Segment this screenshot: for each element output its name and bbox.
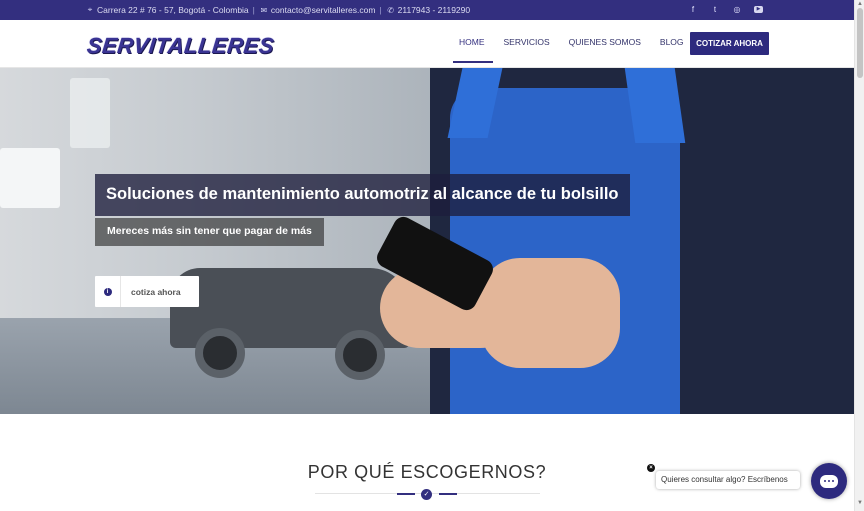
cotiza-ahora-label: cotiza ahora	[131, 286, 181, 297]
hero-banner: Soluciones de mantenimiento automotriz a…	[0, 68, 854, 414]
twitter-icon[interactable]: t	[710, 5, 720, 15]
nav-item-home[interactable]: HOME	[453, 20, 492, 68]
mechanic-hand	[480, 258, 620, 368]
instagram-icon[interactable]: ◎	[732, 5, 742, 15]
garage-window	[0, 148, 60, 208]
phone-icon: ✆	[387, 5, 394, 15]
address-text: Carrera 22 # 76 - 57, Bogotá - Colombia	[97, 5, 249, 15]
divider-accent	[439, 493, 457, 495]
chat-icon	[820, 474, 838, 488]
cotiza-ahora-button[interactable]: i cotiza ahora	[95, 276, 199, 307]
nav-item-servicios[interactable]: SERVICIOS	[504, 20, 550, 68]
car-wheel	[335, 330, 385, 380]
contact-info: ⌖ Carrera 22 # 76 - 57, Bogotá - Colombi…	[85, 5, 470, 15]
main-navbar: SERVITALLERES HOME SERVICIOS QUIENES SOM…	[0, 20, 854, 68]
top-info-bar: ⌖ Carrera 22 # 76 - 57, Bogotá - Colombi…	[0, 0, 854, 20]
social-links: f t ◎ ▶	[688, 5, 763, 15]
chat-button[interactable]	[811, 463, 847, 499]
youtube-icon[interactable]: ▶	[754, 6, 763, 13]
garage-window	[70, 78, 110, 148]
site-logo[interactable]: SERVITALLERES	[86, 33, 276, 59]
nav-item-blog[interactable]: BLOG	[660, 20, 684, 68]
separator: |	[252, 5, 255, 15]
email-link[interactable]: contacto@servitalleres.com	[271, 5, 376, 15]
overall-strap	[624, 68, 686, 143]
page-scrollbar[interactable]: ▲ ▼	[854, 0, 864, 511]
phone-text: 2117943 - 2119290	[397, 5, 471, 15]
scroll-down-icon[interactable]: ▼	[857, 500, 863, 506]
car-wheel	[195, 328, 245, 378]
hero-title: Soluciones de mantenimiento automotriz a…	[95, 174, 630, 216]
chat-prompt-bubble[interactable]: Quieres consultar algo? Escríbenos	[656, 471, 800, 489]
divider-accent	[397, 493, 415, 495]
hero-subtitle: Mereces más sin tener que pagar de más	[95, 218, 324, 246]
facebook-icon[interactable]: f	[688, 5, 698, 15]
info-icon-wrap: i	[95, 276, 121, 307]
close-icon[interactable]: ×	[647, 464, 655, 472]
envelope-icon: ✉	[260, 5, 268, 15]
info-icon: i	[103, 287, 112, 296]
cotizar-ahora-button[interactable]: COTIZAR AHORA	[690, 32, 769, 55]
check-circle-icon: ✓	[421, 489, 432, 500]
scrollbar-thumb[interactable]	[857, 8, 863, 78]
separator: |	[379, 5, 382, 15]
map-marker-icon: ⌖	[87, 5, 93, 14]
scroll-up-icon[interactable]: ▲	[857, 1, 863, 7]
main-nav: HOME SERVICIOS QUIENES SOMOS BLOG	[453, 20, 703, 68]
nav-item-quienes-somos[interactable]: QUIENES SOMOS	[569, 20, 641, 68]
